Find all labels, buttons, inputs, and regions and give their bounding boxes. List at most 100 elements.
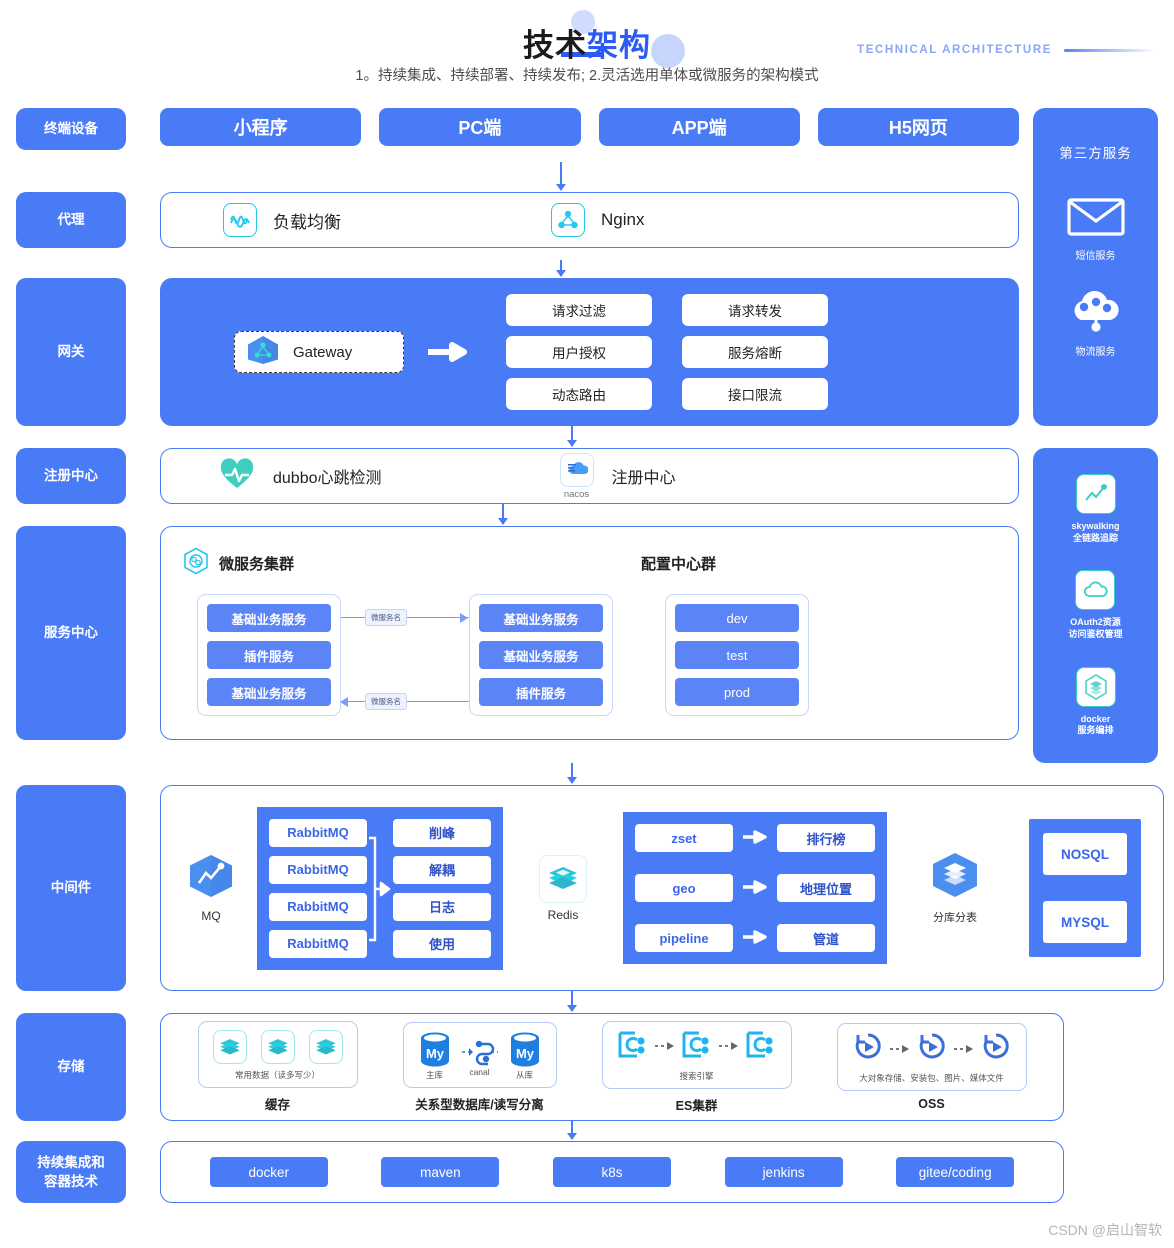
oss-icon [980, 1032, 1012, 1067]
redis-pair-zset: zset 排行榜 [635, 824, 875, 853]
sidecol-caption-oauth2: OAuth2资源 访问鉴权管理 [1068, 617, 1122, 640]
service-connectors: 微服务名 微服务名 [340, 594, 469, 724]
redis-key-zset[interactable]: zset [635, 824, 733, 853]
proxy-item-nginx[interactable]: Nginx [551, 203, 644, 237]
registry-item-dubbo[interactable]: dubbo心跳检测 [219, 457, 382, 495]
redis-pair-geo: geo 地理位置 [635, 874, 875, 903]
gateway-cell-circuit-breaker[interactable]: 服务熔断 [682, 336, 828, 368]
redis-pair-rows: zset 排行榜 geo 地理位置 pipeline 管道 [635, 824, 875, 953]
oss-icon [852, 1032, 884, 1067]
elastic-icon [745, 1030, 777, 1065]
storage-group-rdbms[interactable]: My 主库 canal My 从库 关系型数据库/读写分离 [402, 1021, 557, 1113]
mq-target-1[interactable]: 削峰 [393, 818, 491, 847]
gateway-cell-request-filter[interactable]: 请求过滤 [506, 294, 652, 326]
ci-item-docker[interactable]: docker [209, 1157, 328, 1188]
sidecol-item-sms[interactable]: 短信服务 [1066, 196, 1125, 264]
service-chip-left-2[interactable]: 插件服务 [207, 641, 331, 669]
title-decor-dot-right [651, 34, 685, 68]
config-chip-test[interactable]: test [675, 641, 799, 669]
sidecol-third-party-title: 第三方服务 [1059, 146, 1132, 161]
sidecol-tools: skywalking 全链路追踪 OAuth2资源 访问鉴权管理 docker … [1033, 448, 1158, 764]
ci-content: docker maven k8s jenkins gitee/coding [160, 1141, 1064, 1204]
svg-text:My: My [515, 1046, 534, 1061]
service-chip-left-3[interactable]: 基础业务服务 [207, 678, 331, 706]
mq-source-1[interactable]: RabbitMQ [269, 818, 367, 847]
mq-target-4[interactable]: 使用 [393, 929, 491, 958]
mq-block: RabbitMQ RabbitMQ RabbitMQ RabbitMQ 削峰 解 [257, 806, 503, 970]
architecture-diagram: 终端设备 小程序 PC端 APP端 H5网页 代理 负载均衡 Nginx 网关 … [0, 108, 1174, 1204]
storage-caption-oss: OSS [918, 1097, 945, 1112]
row-proxy: 代理 负载均衡 Nginx [16, 192, 1019, 248]
storage-caption-es: ES集群 [675, 1098, 718, 1113]
terminal-item-app[interactable]: APP端 [598, 108, 800, 146]
storage-card-oss: 大对象存储、安装包、图片、媒体文件 [836, 1023, 1027, 1092]
mq-target-2[interactable]: 解耦 [393, 855, 491, 884]
ci-item-gitee[interactable]: gitee/coding [896, 1157, 1015, 1188]
nacos-icon [559, 452, 594, 487]
redis-use-rank[interactable]: 排行榜 [777, 824, 875, 853]
redis-arrow-1-icon [742, 829, 768, 848]
rowlabel-ci-line2: 容器技术 [44, 1174, 98, 1190]
es-icon-row [617, 1030, 777, 1065]
mysql-icon: My [420, 1032, 449, 1067]
service-chip-left-1[interactable]: 基础业务服务 [207, 604, 331, 632]
sidecol-item-oauth2[interactable]: OAuth2资源 访问鉴权管理 [1068, 570, 1123, 640]
title-wrap: 技术架构 [0, 10, 1174, 68]
gateway-cell-user-auth[interactable]: 用户授权 [506, 336, 652, 368]
page-header: 技术架构 1。持续集成、持续部署、持续发布; 2.灵活选用单体或微服务的架构模式… [0, 0, 1174, 108]
gateway-cell-rate-limit[interactable]: 接口限流 [682, 378, 828, 410]
ci-item-jenkins[interactable]: jenkins [724, 1157, 843, 1188]
registry-item-nacos[interactable]: nacos 注册中心 [559, 452, 676, 500]
terminal-item-h5[interactable]: H5网页 [817, 108, 1019, 146]
sidecol-item-skywalking[interactable]: skywalking 全链路追踪 [1071, 474, 1120, 544]
redis-stack-icon [308, 1030, 343, 1065]
redis-arrow-2-icon [742, 879, 768, 898]
mq-source-4[interactable]: RabbitMQ [269, 929, 367, 958]
mq-source-2[interactable]: RabbitMQ [269, 855, 367, 884]
service-center-body: 基础业务服务 插件服务 基础业务服务 微服务名 微服务名 基础业务服务 基础业务… [183, 594, 996, 724]
service-chip-right-3[interactable]: 插件服务 [479, 678, 603, 706]
mq-target-3[interactable]: 日志 [393, 892, 491, 921]
db-cell-mysql[interactable]: MYSQL [1043, 901, 1127, 944]
rowlabel-storage: 存储 [16, 1013, 126, 1122]
mq-target-col: 削峰 解耦 日志 使用 [393, 818, 491, 958]
gateway-cell-dynamic-route[interactable]: 动态路由 [506, 378, 652, 410]
wave-icon [223, 203, 257, 237]
sidecol-item-logistics[interactable]: 物流服务 [1067, 290, 1125, 360]
row-middleware: 中间件 MQ RabbitMQ RabbitMQ RabbitMQ Rabbit… [16, 785, 1164, 992]
storage-card-es: 搜索引擎 [601, 1020, 792, 1089]
config-group: dev test prod [665, 594, 809, 716]
terminal-item-miniapp[interactable]: 小程序 [160, 108, 362, 146]
ci-item-k8s[interactable]: k8s [552, 1157, 671, 1188]
ci-item-maven[interactable]: maven [381, 1157, 500, 1188]
english-title-rule [1064, 48, 1156, 52]
page-title: 技术架构 [523, 10, 685, 68]
redis-use-pipeline[interactable]: 管道 [777, 924, 875, 953]
gateway-chip[interactable]: Gateway [234, 331, 404, 373]
storage-group-cache[interactable]: 常用数据（读多写少） 缓存 [197, 1021, 358, 1113]
watermark: CSDN @启山智软 [1048, 1222, 1162, 1238]
row-terminal: 终端设备 小程序 PC端 APP端 H5网页 [16, 108, 1019, 150]
redis-key-pipeline[interactable]: pipeline [635, 924, 733, 953]
service-chip-right-2[interactable]: 基础业务服务 [479, 641, 603, 669]
mq-source-3[interactable]: RabbitMQ [269, 892, 367, 921]
storage-group-oss[interactable]: 大对象存储、安装包、图片、媒体文件 OSS [836, 1023, 1027, 1112]
config-chip-prod[interactable]: prod [675, 678, 799, 706]
gateway-content: Gateway 请求过滤 用户授权 动态路由 请求转发 服务熔断 接口限流 [160, 278, 1019, 426]
terminal-item-pc[interactable]: PC端 [379, 108, 581, 146]
gateway-cell-request-forward[interactable]: 请求转发 [682, 294, 828, 326]
proxy-item-lb[interactable]: 负载均衡 [223, 203, 341, 237]
es-arrow-2-icon [718, 1038, 739, 1056]
service-chip-right-1[interactable]: 基础业务服务 [479, 604, 603, 632]
db-cell-nosql[interactable]: NOSQL [1043, 833, 1127, 876]
redis-key-geo[interactable]: geo [635, 874, 733, 903]
sidecol-item-docker[interactable]: docker 服务编排 [1075, 666, 1116, 737]
service-center-panel: 微服务集群 配置中心群 基础业务服务 插件服务 基础业务服务 微服务名 微服务名… [160, 526, 1019, 740]
redis-icon-col: Redis [535, 854, 591, 922]
storage-group-es[interactable]: 搜索引擎 ES集群 [601, 1020, 792, 1114]
gateway-arrow-icon [426, 341, 470, 363]
rdbms-node-slave: 从库 [515, 1069, 533, 1080]
config-chip-dev[interactable]: dev [675, 604, 799, 632]
skywalking-icon [1075, 474, 1116, 514]
redis-use-geo[interactable]: 地理位置 [777, 874, 875, 903]
